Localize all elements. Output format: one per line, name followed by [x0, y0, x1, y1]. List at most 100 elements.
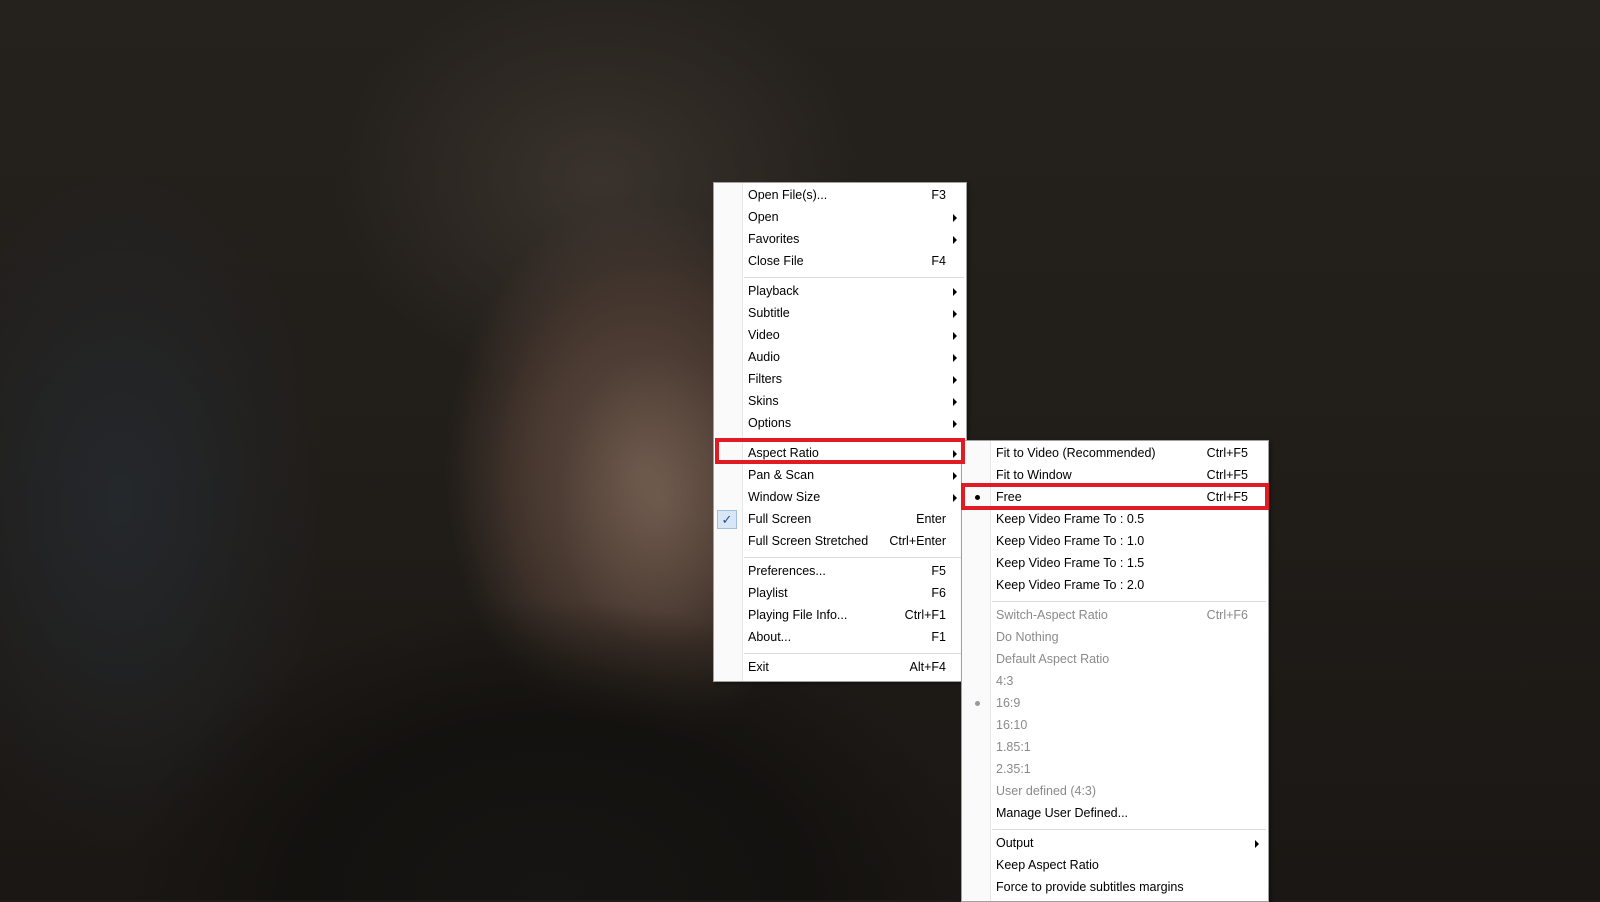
- menu-item-playlist[interactable]: Playlist F6: [714, 583, 966, 604]
- chevron-right-icon: [953, 376, 957, 384]
- menu-item-shortcut: F3: [931, 188, 946, 202]
- menu-item-label: Keep Aspect Ratio: [996, 858, 1099, 872]
- menu-item-label: About...: [748, 630, 792, 644]
- menu-item-label: Keep Video Frame To : 2.0: [996, 578, 1145, 592]
- highlight-aspect-ratio: [715, 438, 965, 464]
- submenu-item-force-subtitle-margins[interactable]: Force to provide subtitles margins: [962, 877, 1268, 898]
- menu-item-exit[interactable]: Exit Alt+F4: [714, 657, 966, 678]
- menu-item-label: Output: [996, 836, 1034, 850]
- chevron-right-icon: [953, 288, 957, 296]
- menu-item-full-screen-stretched[interactable]: Full Screen Stretched Ctrl+Enter: [714, 531, 966, 552]
- menu-item-label: Switch-Aspect Ratio: [996, 608, 1108, 622]
- menu-item-label: Favorites: [748, 232, 800, 246]
- menu-item-label: Full Screen: [748, 512, 812, 526]
- chevron-right-icon: [953, 214, 957, 222]
- menu-item-shortcut: Enter: [916, 512, 946, 526]
- menu-item-shortcut: Ctrl+F6: [1206, 608, 1248, 622]
- menu-item-playback[interactable]: Playback: [714, 281, 966, 302]
- menu-item-label: Options: [748, 416, 792, 430]
- menu-item-window-size[interactable]: Window Size: [714, 487, 966, 508]
- menu-item-label: Preferences...: [748, 564, 826, 578]
- menu-item-favorites[interactable]: Favorites: [714, 229, 966, 250]
- menu-item-label: Playback: [748, 284, 799, 298]
- menu-item-label: Subtitle: [748, 306, 790, 320]
- menu-item-filters[interactable]: Filters: [714, 369, 966, 390]
- menu-separator: [992, 601, 1266, 602]
- menu-item-label: Force to provide subtitles margins: [996, 880, 1184, 894]
- menu-item-video[interactable]: Video: [714, 325, 966, 346]
- menu-item-pan-scan[interactable]: Pan & Scan: [714, 465, 966, 486]
- menu-item-shortcut: F4: [931, 254, 946, 268]
- chevron-right-icon: [953, 398, 957, 406]
- menu-item-shortcut: Ctrl+F5: [1206, 446, 1248, 460]
- chevron-right-icon: [953, 236, 957, 244]
- submenu-item-keep-frame-1-5[interactable]: Keep Video Frame To : 1.5: [962, 553, 1268, 574]
- menu-item-label: Window Size: [748, 490, 821, 504]
- menu-item-skins[interactable]: Skins: [714, 391, 966, 412]
- menu-item-label: User defined (4:3): [996, 784, 1097, 798]
- menu-item-audio[interactable]: Audio: [714, 347, 966, 368]
- menu-item-label: 2.35:1: [996, 762, 1031, 776]
- menu-item-label: Playlist: [748, 586, 788, 600]
- menu-item-shortcut: F5: [931, 564, 946, 578]
- chevron-right-icon: [953, 332, 957, 340]
- submenu-item-fit-to-video[interactable]: Fit to Video (Recommended) Ctrl+F5: [962, 443, 1268, 464]
- menu-item-label: Open: [748, 210, 779, 224]
- submenu-item-default-aspect-ratio: Default Aspect Ratio: [962, 649, 1268, 670]
- submenu-item-16-10: 16:10: [962, 715, 1268, 736]
- menu-item-label: Keep Video Frame To : 1.0: [996, 534, 1145, 548]
- menu-item-playing-file-info[interactable]: Playing File Info... Ctrl+F1: [714, 605, 966, 626]
- chevron-right-icon: [953, 354, 957, 362]
- menu-item-shortcut: F1: [931, 630, 946, 644]
- menu-item-label: Exit: [748, 660, 769, 674]
- menu-item-label: Filters: [748, 372, 783, 386]
- menu-item-label: Full Screen Stretched: [748, 534, 869, 548]
- submenu-item-16-9: 16:9: [962, 693, 1268, 714]
- submenu-item-4-3: 4:3: [962, 671, 1268, 692]
- submenu-item-keep-aspect-ratio[interactable]: Keep Aspect Ratio: [962, 855, 1268, 876]
- menu-separator: [992, 829, 1266, 830]
- submenu-item-keep-frame-2-0[interactable]: Keep Video Frame To : 2.0: [962, 575, 1268, 596]
- menu-item-label: Close File: [748, 254, 804, 268]
- menu-item-options[interactable]: Options: [714, 413, 966, 434]
- submenu-item-user-defined: User defined (4:3): [962, 781, 1268, 802]
- chevron-right-icon: [953, 310, 957, 318]
- submenu-item-2-35-1: 2.35:1: [962, 759, 1268, 780]
- menu-item-label: Do Nothing: [996, 630, 1059, 644]
- highlight-free: [961, 483, 1269, 510]
- menu-item-open-files[interactable]: Open File(s)... F3: [714, 185, 966, 206]
- menu-item-close-file[interactable]: Close File F4: [714, 251, 966, 272]
- menu-item-label: Fit to Video (Recommended): [996, 446, 1156, 460]
- chevron-right-icon: [953, 494, 957, 502]
- menu-item-label: 1.85:1: [996, 740, 1031, 754]
- menu-separator: [744, 557, 964, 558]
- menu-item-label: Skins: [748, 394, 779, 408]
- menu-item-label: 16:10: [996, 718, 1028, 732]
- submenu-item-output[interactable]: Output: [962, 833, 1268, 854]
- menu-item-label: Video: [748, 328, 780, 342]
- submenu-item-manage-user-defined[interactable]: Manage User Defined...: [962, 803, 1268, 824]
- menu-item-label: Keep Video Frame To : 0.5: [996, 512, 1145, 526]
- submenu-item-1-85-1: 1.85:1: [962, 737, 1268, 758]
- submenu-item-do-nothing: Do Nothing: [962, 627, 1268, 648]
- menu-item-label: Audio: [748, 350, 780, 364]
- menu-item-shortcut: Alt+F4: [909, 660, 946, 674]
- submenu-item-keep-frame-0-5[interactable]: Keep Video Frame To : 0.5: [962, 509, 1268, 530]
- menu-item-shortcut: Ctrl+F1: [904, 608, 946, 622]
- menu-item-label: Pan & Scan: [748, 468, 815, 482]
- menu-item-label: Playing File Info...: [748, 608, 848, 622]
- menu-item-label: 4:3: [996, 674, 1014, 688]
- menu-item-about[interactable]: About... F1: [714, 627, 966, 648]
- menu-item-subtitle[interactable]: Subtitle: [714, 303, 966, 324]
- menu-item-preferences[interactable]: Preferences... F5: [714, 561, 966, 582]
- menu-item-full-screen[interactable]: ✓ Full Screen Enter: [714, 509, 966, 530]
- chevron-right-icon: [953, 420, 957, 428]
- menu-item-label: Default Aspect Ratio: [996, 652, 1110, 666]
- bullet-icon: [975, 701, 980, 706]
- menu-item-label: Manage User Defined...: [996, 806, 1129, 820]
- submenu-item-switch-aspect-ratio: Switch-Aspect Ratio Ctrl+F6: [962, 605, 1268, 626]
- menu-item-label: 16:9: [996, 696, 1021, 710]
- submenu-item-keep-frame-1-0[interactable]: Keep Video Frame To : 1.0: [962, 531, 1268, 552]
- chevron-right-icon: [953, 472, 957, 480]
- menu-item-open[interactable]: Open: [714, 207, 966, 228]
